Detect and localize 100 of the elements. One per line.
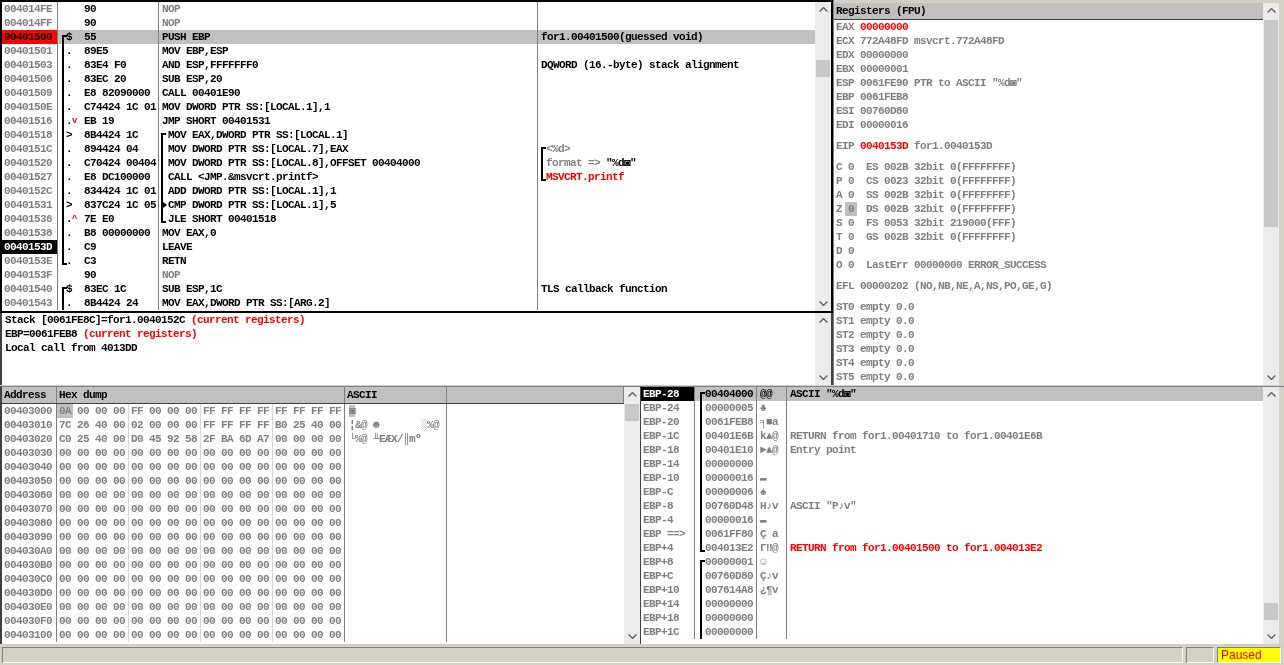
register-name: ST0 [836,300,854,314]
hex-bytes: 00 00 00 00 [203,558,269,572]
scrollbar[interactable] [1263,387,1279,644]
opcode-bytes: C70424 00404 [84,157,156,169]
highlight-row[interactable]: EBP-28 00404000 @@ ASCII "%d◙" [641,387,1263,401]
scrollbar[interactable] [815,313,831,385]
hex-bytes: 00 00 00 00 [131,460,197,474]
procedure-bracket [62,287,67,310]
opcode-bytes: 7E E0 [84,213,114,225]
hex-bytes: 00 00 00 00 [131,488,197,502]
info-note: (current registers) [191,313,306,327]
code-address: 00401506 [2,72,58,86]
row-marker: . [66,184,72,198]
chevron-down-icon [1266,375,1276,380]
hex-bytes: FF FF FF FF [203,418,269,432]
hex-address: 004030B0 [2,558,57,572]
register-value: 0061FE90 [860,76,909,90]
code-address: 00401527 [2,170,58,184]
hex-address: 00403070 [2,502,57,516]
row-marker: . [66,156,72,170]
flag-value[interactable]: 0 [845,174,858,188]
hex-bytes: 00 00 00 00 [275,586,341,600]
opcode-bytes: 834424 1C 01 [84,185,156,197]
code-address: 00401503 [2,58,58,72]
column-header[interactable]: Hex dump [57,387,345,403]
highlight-row[interactable]: 00401500 $ 55 PUSH EBP for1.00401500(guessed void) [2,30,815,44]
register-name: ESP [836,76,854,90]
stack-offset: EBP+1C [641,625,695,639]
scrollbar[interactable] [624,387,640,644]
instruction-text: NOP [162,3,180,15]
hex-byte: 00 [58,488,72,502]
flag-name: D [836,244,842,258]
flag-name: C [836,160,842,174]
column-header[interactable]: ASCII [345,387,447,403]
ascii-text: ▬ [760,514,766,526]
chevron-down-icon [627,634,637,639]
column-header[interactable]: Address [2,387,57,403]
hex-address: 00403020 [2,432,57,446]
hex-byte: 00 [58,614,72,628]
flag-value[interactable]: 0 [845,230,858,244]
hex-byte: 00 [58,544,72,558]
instruction-text: NOP [162,17,180,29]
scrollbar-thumb[interactable] [816,60,830,77]
row-marker: > [66,198,72,212]
scrollbar[interactable] [815,2,831,311]
code-comment: <%d> [546,142,570,156]
argument-bracket [541,147,546,181]
instruction-text: NOP [162,269,180,281]
ascii-text: ¿¶v [760,584,778,596]
hex-bytes: 00 00 00 00 [203,502,269,516]
stack-value: 00401E10 [705,444,753,456]
hex-byte: 00 [58,516,72,530]
instruction-text: JLE SHORT 00401518 [168,213,277,225]
scrollbar-thumb[interactable] [625,404,639,421]
opcode-bytes: B8 00000000 [84,227,150,239]
row-marker: . [66,100,72,114]
scrollbar[interactable] [1263,3,1279,385]
flag-value[interactable]: 0 [845,160,858,174]
register-name: ST4 [836,356,854,370]
flag-value[interactable]: 0 [845,188,858,202]
register-tag: empty [860,342,891,356]
ascii-text: ▬ [760,472,766,484]
scrollbar-thumb[interactable] [1264,20,1278,227]
hex-bytes: 00 00 00 00 [131,628,197,642]
register-name: EIP [836,139,854,153]
register-detail: FS 0053 32bit 219000(FFF) [866,216,1017,230]
stack-value: 00401E6B [705,430,753,442]
flag-value[interactable]: 0 [845,258,858,272]
stack-value: 00000016 [705,514,753,526]
code-address: 0040153F [2,268,58,282]
flag-value[interactable]: 0 [845,216,858,230]
hex-bytes: 00 00 00 [77,544,126,558]
row-marker: . [66,254,72,268]
hex-bytes: 00 00 00 00 [275,614,341,628]
stack-comment: RETURN from for1.00401500 to for1.004013E2 [790,542,1043,554]
stack-offset: EBP-24 [641,401,695,415]
scrollbar-thumb[interactable] [1264,603,1278,620]
stack-value: 00760D48 [705,500,753,512]
hex-byte: 00 [58,530,72,544]
instruction-text: MOV EAX,DWORD PTR SS:[ARG.2] [162,297,331,309]
hex-bytes: 00 00 00 [77,628,126,642]
register-value: 0.0 [896,356,915,370]
flag-value[interactable]: 0 [845,244,858,258]
stack-comment: RETURN from for1.00401710 to for1.00401E6B [790,430,1043,442]
hex-bytes: B0 25 40 00 [275,418,341,432]
pane-title: Registers (FPU) [834,3,1263,20]
code-address: 0040153D [2,240,58,254]
register-value: 772A48FD [860,34,909,48]
register-tag: empty [860,314,891,328]
row-marker: . [66,226,72,240]
register-value: 0061FEB8 [860,90,909,104]
hex-bytes: 00 00 00 [77,446,126,460]
hex-bytes: 00 00 00 [77,558,126,572]
hex-byte: 00 [58,460,72,474]
info-text: EBP=0061FEB8 [5,327,77,341]
hex-bytes: 00 00 00 [77,474,126,488]
stack-offset: EBP+C [641,569,695,583]
flag-value[interactable]: 0 [845,202,858,216]
hex-bytes: 00 00 00 00 [131,558,197,572]
code-address: 00401543 [2,296,58,310]
